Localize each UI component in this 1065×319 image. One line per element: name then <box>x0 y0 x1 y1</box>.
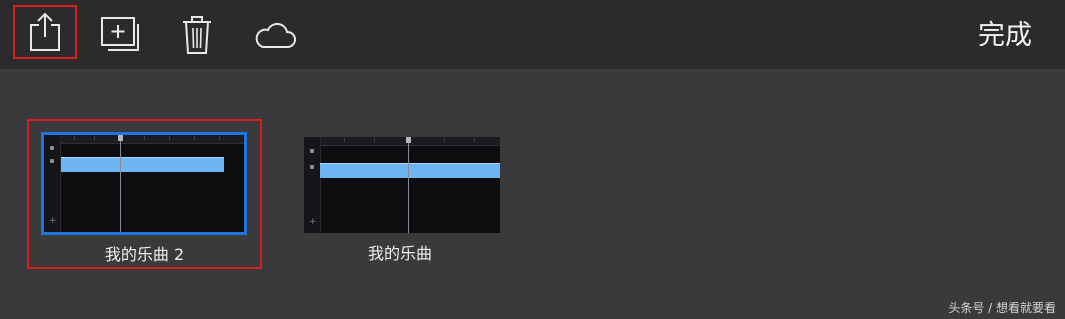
timeline-ruler <box>44 135 244 144</box>
track-header-column: + <box>44 135 61 232</box>
playhead-handle-icon <box>406 137 411 143</box>
playhead <box>408 137 409 233</box>
track-header-column: + <box>304 137 321 233</box>
ruler-tick <box>374 138 375 142</box>
ruler-tick <box>144 136 145 140</box>
timeline-ruler <box>304 137 500 146</box>
track-control-icon <box>50 159 54 163</box>
add-track-icon: + <box>49 216 57 226</box>
duplicate-icon <box>101 16 139 51</box>
cloud-icon <box>255 22 296 48</box>
delete-button[interactable] <box>174 0 220 69</box>
track-control-icon <box>310 165 314 169</box>
done-button[interactable]: 完成 <box>978 0 1032 69</box>
project-card[interactable]: + 我的乐曲 <box>301 134 500 264</box>
share-icon <box>30 12 60 51</box>
ruler-tick <box>219 136 220 140</box>
ruler-tick <box>94 136 95 140</box>
project-thumbnail: + <box>304 137 500 233</box>
watermark: 头条号 / 想看就要看 <box>948 301 1056 315</box>
instrument-icon <box>310 149 314 153</box>
add-track-icon: + <box>309 217 317 227</box>
playhead-handle-icon <box>118 135 123 141</box>
ruler-tick <box>444 138 445 142</box>
audio-region <box>320 163 500 178</box>
share-button[interactable] <box>13 5 77 59</box>
ruler-tick <box>194 136 195 140</box>
cloud-button[interactable] <box>248 0 302 69</box>
top-toolbar: 完成 <box>0 0 1065 69</box>
project-name: 我的乐曲 2 <box>104 245 185 264</box>
ruler-tick <box>169 136 170 140</box>
trash-icon <box>183 15 211 54</box>
ruler-tick <box>74 136 75 140</box>
duplicate-button[interactable] <box>96 0 146 69</box>
project-thumbnail: + <box>41 132 247 235</box>
playhead <box>120 135 121 232</box>
ruler-tick <box>474 138 475 142</box>
instrument-icon <box>50 146 54 150</box>
project-name: 我的乐曲 <box>367 244 432 263</box>
audio-region <box>61 157 224 172</box>
ruler-tick <box>344 138 345 142</box>
project-card-selected[interactable]: + 我的乐曲 2 <box>27 119 262 269</box>
